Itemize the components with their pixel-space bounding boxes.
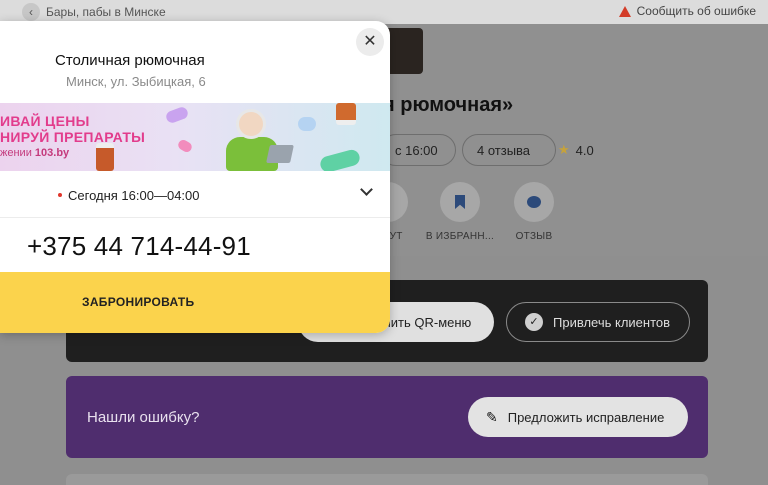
- review-action[interactable]: ОТЗЫВ: [494, 182, 574, 242]
- close-icon[interactable]: ✕: [356, 28, 384, 56]
- comment-icon-wrap: [514, 182, 554, 222]
- place-photo[interactable]: [385, 28, 423, 74]
- pill-illustration: [176, 138, 194, 154]
- error-card-text: Нашли ошибку?: [87, 409, 200, 426]
- modal-title: Столичная рюмочная: [55, 52, 205, 69]
- pill-illustration: [298, 117, 316, 131]
- attract-clients-button[interactable]: ✓ Привлечь клиентов: [506, 302, 690, 342]
- banner-line-2: НИРУЙ ПРЕПАРАТЫ: [0, 129, 146, 145]
- book-button-label: ЗАБРОНИРОВАТЬ: [82, 295, 195, 309]
- phone-number[interactable]: +375 44 714-44-91: [27, 231, 251, 262]
- suggest-fix-button[interactable]: ✎ Предложить исправление: [468, 397, 688, 437]
- hours-text: Сегодня 16:00—04:00: [68, 188, 200, 203]
- warning-icon: [618, 5, 631, 17]
- report-error-link[interactable]: Сообщить об ошибке: [618, 4, 756, 18]
- bookmark-icon-wrap: [440, 182, 480, 222]
- reviews-chip-label: 4 отзыва: [477, 142, 531, 158]
- pill-illustration: [164, 105, 190, 125]
- favorite-action[interactable]: В ИЗБРАНН...: [420, 182, 500, 242]
- pill-illustration: [318, 148, 362, 171]
- place-contact-modal: Столичная рюмочная Минск, ул. Зыбицкая, …: [0, 21, 390, 333]
- star-icon: ★: [558, 142, 570, 157]
- rating-value: 4.0: [575, 142, 594, 158]
- grandma-head: [236, 109, 266, 139]
- chevron-left-icon[interactable]: ‹: [22, 3, 40, 21]
- laptop-illustration: [266, 145, 294, 163]
- banner-line-1: ИВАЙ ЦЕНЫ: [0, 113, 90, 129]
- bookmark-icon: [455, 195, 465, 209]
- next-card: [66, 474, 708, 485]
- ad-banner[interactable]: ИВАЙ ЦЕНЫ НИРУЙ ПРЕПАРАТЫ жении 103.by: [0, 103, 390, 171]
- place-title: я рюмочная»: [383, 94, 514, 116]
- reviews-chip[interactable]: 4 отзыва: [462, 134, 556, 166]
- favorite-action-label: В ИЗБРАНН...: [425, 231, 495, 242]
- chevron-down-icon: [360, 183, 373, 196]
- closed-status-dot: [58, 193, 62, 197]
- breadcrumb[interactable]: Бары, пабы в Минске: [46, 5, 166, 19]
- banner-brand: 103.by: [34, 147, 70, 159]
- report-error-label: Сообщить об ошибке: [636, 4, 756, 18]
- qr-menu-label: чить QR-меню: [384, 314, 472, 330]
- hours-chip[interactable]: с 16:00: [380, 134, 456, 166]
- modal-address: Минск, ул. Зыбицкая, 6: [66, 74, 206, 89]
- attract-clients-label: Привлечь клиентов: [553, 314, 671, 330]
- bottle-illustration: [336, 103, 356, 125]
- suggest-fix-label: Предложить исправление: [507, 409, 665, 425]
- check-icon: ✓: [525, 313, 543, 331]
- bottle-illustration: [96, 143, 114, 171]
- review-action-label: ОТЗЫВ: [515, 231, 553, 242]
- banner-line-3: жении 103.by: [0, 147, 69, 159]
- book-button[interactable]: ЗАБРОНИРОВАТЬ: [0, 272, 390, 333]
- hours-row[interactable]: Сегодня 16:00—04:00: [0, 171, 390, 218]
- hours-chip-label: с 16:00: [395, 142, 438, 158]
- pencil-icon: ✎: [486, 408, 498, 425]
- rating-chip[interactable]: ★ 4.0: [544, 134, 602, 166]
- comment-icon: [527, 196, 541, 208]
- banner-line-3-prefix: жении: [0, 147, 35, 159]
